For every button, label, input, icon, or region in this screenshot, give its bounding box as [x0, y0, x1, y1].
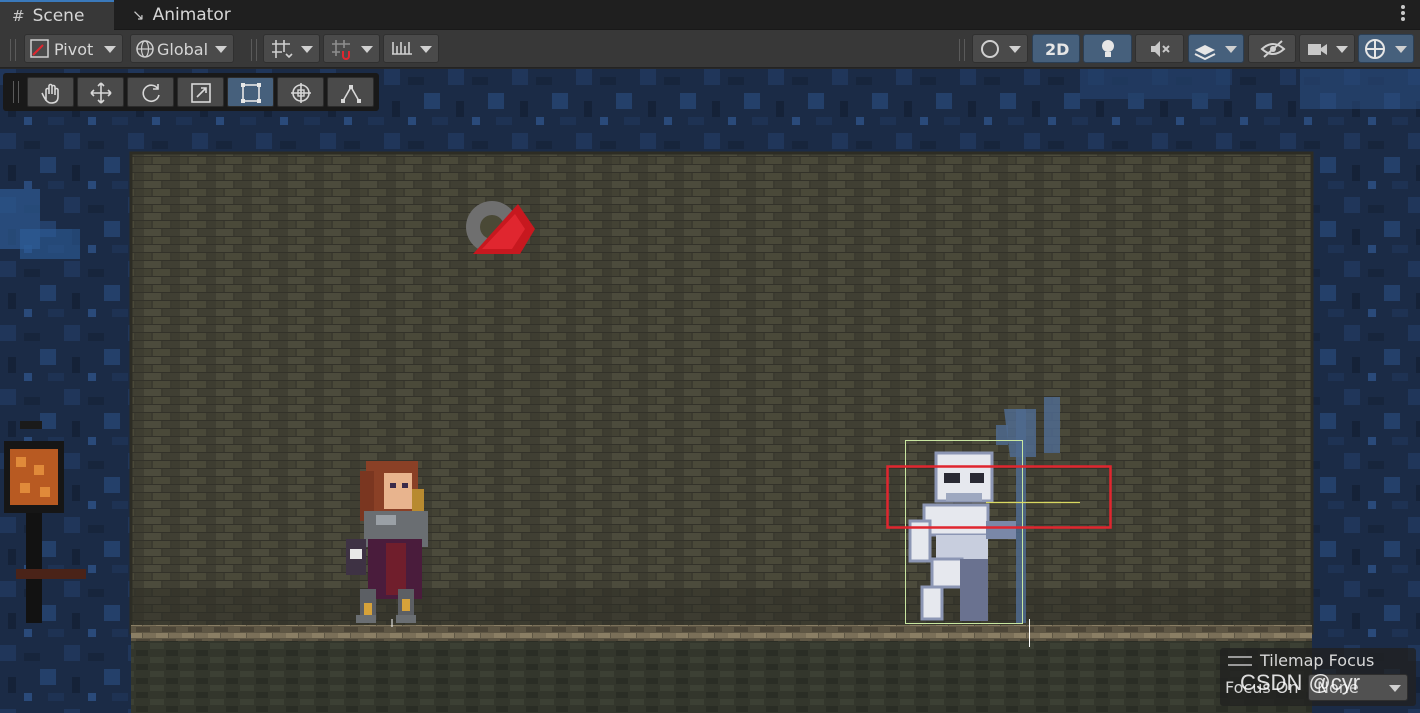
ruler-icon [392, 42, 412, 55]
transform-all-icon [291, 83, 311, 103]
hand-tool-button[interactable] [27, 77, 74, 107]
speaker-muted-icon [1151, 41, 1170, 57]
globe-icon [136, 40, 154, 58]
pivot-icon [30, 39, 49, 58]
scene-toolbar: Pivot Global 2D [0, 30, 1420, 68]
custom-tool-button[interactable] [327, 77, 374, 107]
lighting-toggle[interactable] [1083, 34, 1132, 63]
transform-tools-palette [3, 73, 379, 111]
camera-icon [1308, 44, 1327, 55]
chevron-down-icon [1389, 685, 1401, 692]
tab-scene[interactable]: # Scene [0, 0, 114, 30]
gizmos-dropdown[interactable] [1358, 34, 1414, 63]
chevron-down-icon [1395, 46, 1407, 53]
chevron-down-icon [1225, 46, 1237, 53]
scene-visibility-toggle[interactable] [1248, 34, 1296, 63]
increment-snap-dropdown[interactable] [383, 34, 439, 63]
draw-mode-dropdown[interactable] [972, 34, 1028, 63]
chevron-down-icon [420, 46, 432, 53]
tab-scene-label: Scene [32, 6, 85, 26]
watermark-text: CSDN @cyr [1240, 670, 1361, 695]
animator-icon: ↘ [132, 6, 145, 24]
grid-snap-icon [272, 40, 293, 59]
chevron-down-icon [1009, 46, 1021, 53]
rotate-tool-button[interactable] [127, 77, 174, 107]
global-dropdown[interactable]: Global [130, 34, 234, 63]
effects-dropdown[interactable] [1188, 34, 1244, 63]
hand-icon [41, 83, 59, 104]
grid-visibility-dropdown[interactable] [263, 34, 320, 63]
pivot-dropdown[interactable]: Pivot [24, 34, 123, 63]
chevron-down-icon [104, 46, 116, 53]
grid-snapping-dropdown[interactable] [323, 34, 380, 63]
chevron-down-icon [1336, 46, 1348, 53]
scale-tool-button[interactable] [177, 77, 224, 107]
transform-tool-button[interactable] [277, 77, 324, 107]
scene-camera-dropdown[interactable] [1299, 34, 1355, 63]
lightbulb-icon [1102, 40, 1114, 57]
chevron-down-icon [361, 46, 373, 53]
shaded-sphere-icon [981, 40, 999, 58]
tab-animator[interactable]: ↘ Animator [116, 0, 256, 30]
toolbar-grip[interactable] [959, 39, 965, 61]
mode-2d-toggle[interactable]: 2D [1032, 34, 1080, 63]
snap-magnet-icon [332, 40, 350, 60]
audio-toggle[interactable] [1135, 34, 1184, 63]
edit-path-icon [341, 85, 361, 103]
toolbar-grip[interactable] [251, 39, 257, 61]
chevron-down-icon [301, 46, 313, 53]
layers-effects-icon [1194, 45, 1216, 60]
scene-viewport[interactable] [0, 69, 1420, 713]
editor-tab-bar: # Scene ↘ Animator [0, 0, 1420, 30]
drag-handle-icon[interactable] [1228, 656, 1252, 666]
move-arrows-icon [90, 82, 112, 104]
rect-transform-icon [241, 83, 261, 103]
eye-hidden-icon [1260, 40, 1286, 58]
rotate-icon [142, 84, 160, 102]
scale-icon [191, 83, 211, 103]
tab-animator-label: Animator [152, 5, 231, 25]
palette-grip[interactable] [13, 81, 19, 103]
pivot-label: Pivot [54, 40, 94, 59]
mode-2d-label: 2D [1045, 40, 1070, 59]
toolbar-grip[interactable] [10, 39, 16, 61]
scene-render [0, 69, 1420, 713]
tilemap-focus-title: Tilemap Focus [1260, 651, 1375, 670]
rect-tool-button[interactable] [227, 77, 274, 107]
chevron-down-icon [215, 46, 227, 53]
more-options-icon[interactable] [1400, 4, 1406, 24]
grid-hash-icon: # [12, 7, 25, 25]
gizmo-sphere-icon [1365, 39, 1385, 59]
move-tool-button[interactable] [77, 77, 124, 107]
global-label: Global [157, 40, 209, 59]
